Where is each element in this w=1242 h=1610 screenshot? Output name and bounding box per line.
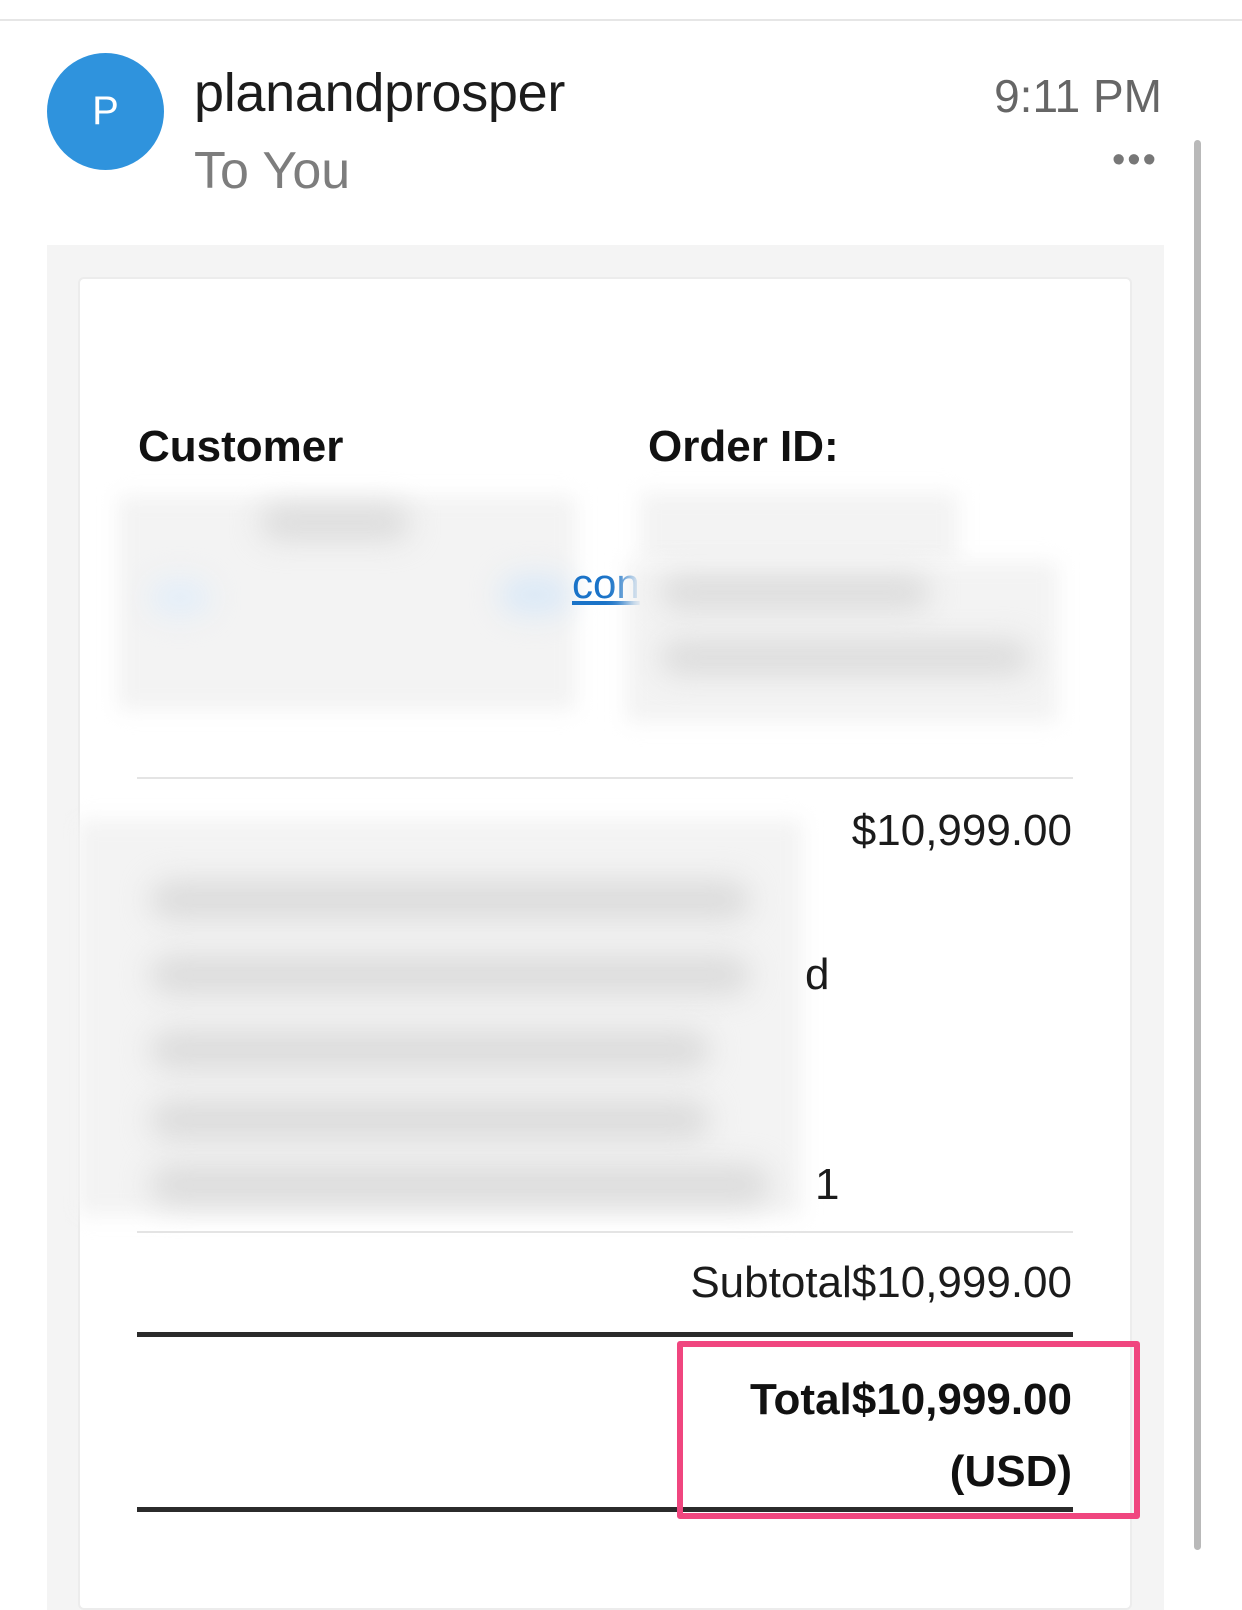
redacted-smudge (150, 580, 210, 615)
section-divider (137, 1231, 1073, 1233)
sender-name[interactable]: planandprosper (194, 62, 565, 124)
redacted-smudge (500, 575, 570, 615)
redacted-smudge (660, 640, 1030, 675)
item-price: $10,999.00 (851, 806, 1072, 855)
scrollbar[interactable] (1194, 140, 1201, 1550)
more-options-icon[interactable]: ••• (1112, 141, 1156, 180)
redacted-smudge (660, 575, 930, 610)
section-divider (137, 777, 1073, 779)
redacted-smudge (150, 880, 750, 920)
redacted-smudge (260, 505, 410, 540)
total-highlight-box (677, 1341, 1140, 1519)
total-divider-top (137, 1332, 1073, 1337)
redacted-order-id (640, 493, 958, 565)
message-time: 9:11 PM (994, 70, 1162, 122)
avatar-initial: P (92, 89, 119, 133)
customer-label: Customer (138, 422, 344, 471)
redacted-smudge (150, 1100, 710, 1140)
sender-avatar[interactable]: P (47, 53, 164, 170)
item-description-fragment: d (805, 950, 830, 999)
subtotal: Subtotal$10,999.00 (690, 1258, 1072, 1307)
order-id-label: Order ID: (648, 422, 839, 471)
redacted-smudge (150, 955, 750, 995)
top-divider (0, 19, 1242, 21)
redacted-smudge (150, 1030, 710, 1070)
recipient-line[interactable]: To You (194, 141, 350, 201)
item-quantity: 1 (815, 1160, 840, 1209)
redacted-smudge (150, 1165, 770, 1205)
